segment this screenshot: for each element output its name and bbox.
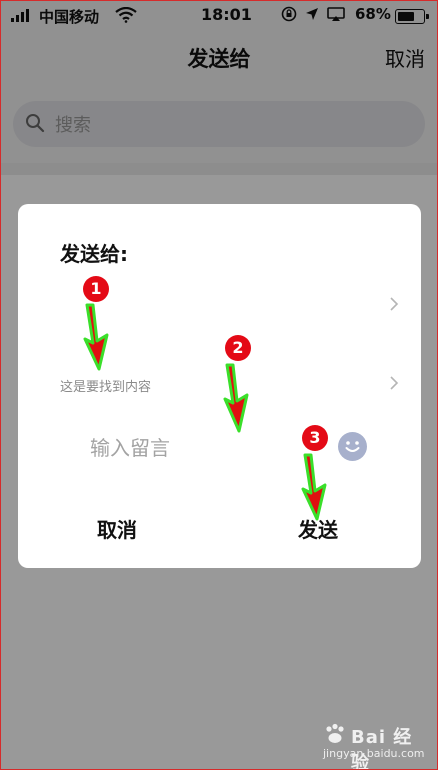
chevron-right-icon [389, 296, 399, 316]
chevron-right-icon [389, 375, 399, 395]
emoji-icon[interactable] [338, 432, 367, 461]
content-preview: 这是要找到内容 [60, 380, 152, 395]
down-arrow-icon [301, 453, 327, 521]
down-arrow-icon [83, 303, 109, 371]
step-badge-3: 3 [302, 425, 328, 451]
baidu-watermark: Bai 经验 jingyan.baidu.com [321, 721, 431, 769]
paw-logo-icon [323, 723, 347, 749]
step-badge-2: 2 [225, 335, 251, 361]
down-arrow-icon [223, 363, 249, 433]
dialog-cancel-button[interactable]: 取消 [97, 514, 137, 543]
screen-frame: 中国移动 18:01 68% 发送给 取消 搜索 发送给: 这是要找到内容 输入… [0, 0, 438, 770]
watermark-domain: jingyan.baidu.com [323, 747, 425, 760]
message-input[interactable] [88, 432, 332, 464]
step-badge-1: 1 [83, 276, 109, 302]
dialog-title: 发送给: [60, 242, 128, 266]
